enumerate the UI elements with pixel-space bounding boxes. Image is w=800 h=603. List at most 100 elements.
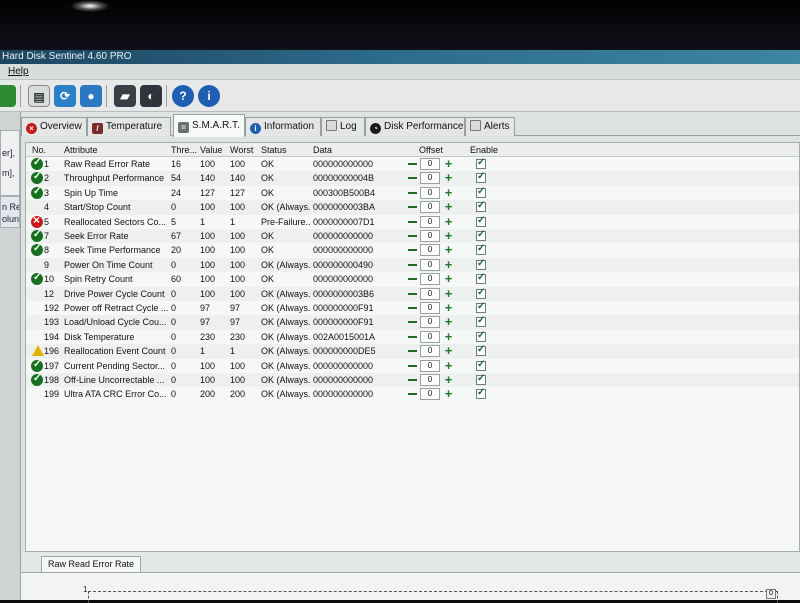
enable-checkbox[interactable]: [476, 185, 486, 199]
column-header-value[interactable]: Value: [200, 143, 222, 157]
offset-increment-button[interactable]: +: [443, 157, 454, 170]
offset-decrement-button[interactable]: [407, 187, 418, 199]
offset-increment-button[interactable]: +: [443, 387, 454, 400]
table-row[interactable]: 3 Spin Up Time 24 127 127 OK 000300B500B4 0+: [26, 185, 799, 200]
table-row[interactable]: 5 Reallocated Sectors Co... 5 1 1 Pre-Failure…: [26, 213, 799, 229]
offset-value-field[interactable]: 0: [420, 388, 440, 401]
offset-increment-button[interactable]: +: [443, 215, 454, 228]
tab-temperature[interactable]: / Temperature: [87, 117, 171, 136]
volume-list-panel[interactable]: n Re olun: [0, 196, 20, 228]
column-header-no[interactable]: No.: [32, 143, 46, 157]
offset-value-field[interactable]: 0: [420, 172, 440, 185]
table-row[interactable]: 1Raw Read Error Rate16100100OK0000000000…: [26, 156, 799, 171]
enable-checkbox[interactable]: [476, 329, 486, 343]
offset-decrement-button[interactable]: [407, 244, 418, 256]
offset-increment-button[interactable]: +: [443, 272, 454, 285]
offset-increment-button[interactable]: +: [443, 229, 454, 242]
table-row[interactable]: 199 Ultra ATA CRC Error Co... 0 200 200 OK (A…: [26, 386, 799, 401]
offset-value-field[interactable]: 0: [420, 215, 440, 228]
about-icon[interactable]: i: [198, 85, 220, 107]
offset-decrement-button[interactable]: [407, 331, 418, 343]
offset-decrement-button[interactable]: [407, 172, 418, 184]
column-header-data[interactable]: Data: [313, 143, 332, 157]
offset-decrement-button[interactable]: [407, 230, 418, 242]
column-header-threshold[interactable]: Thre...: [171, 143, 197, 157]
table-row[interactable]: 194 Disk Temperature 0 230 230 OK (Always... 0…: [26, 329, 799, 344]
offset-value-field[interactable]: 0: [420, 302, 440, 314]
offset-value-field[interactable]: 0: [420, 186, 440, 199]
offset-increment-button[interactable]: +: [443, 330, 454, 343]
tab-alerts[interactable]: Alerts: [465, 117, 515, 136]
column-header-attribute[interactable]: Attribute: [64, 143, 98, 157]
enable-checkbox[interactable]: [476, 372, 486, 386]
offset-value-field[interactable]: 0: [420, 330, 440, 343]
column-header-status[interactable]: Status: [261, 143, 287, 157]
column-header-enable[interactable]: Enable: [470, 143, 498, 157]
offset-value-field[interactable]: 0: [420, 359, 440, 372]
enable-checkbox[interactable]: [476, 286, 486, 300]
enable-checkbox[interactable]: [476, 228, 486, 242]
offset-increment-button[interactable]: +: [443, 301, 454, 314]
offset-increment-button[interactable]: +: [443, 258, 454, 271]
tab-information[interactable]: i Information: [245, 117, 321, 136]
offset-value-field[interactable]: 0: [420, 316, 440, 329]
table-row[interactable]: 192 Power off Retract Cycle ... 0 97 97 OK (A…: [26, 300, 799, 315]
offset-increment-button[interactable]: +: [443, 186, 454, 199]
enable-checkbox[interactable]: [476, 300, 486, 314]
refresh-icon[interactable]: ⟳: [54, 85, 76, 107]
table-row[interactable]: 7Seek Error Rate67100100OK0000000000000+: [26, 228, 799, 244]
offset-value-field[interactable]: 0: [420, 287, 440, 300]
column-header-offset[interactable]: Offset: [419, 143, 443, 157]
offset-increment-button[interactable]: +: [443, 344, 454, 357]
offset-decrement-button[interactable]: [407, 216, 418, 228]
offset-value-field[interactable]: 0: [420, 273, 440, 286]
table-row[interactable]: 4 Start/Stop Count 0 100 100 OK (Always... 000…: [26, 199, 799, 215]
offset-decrement-button[interactable]: [407, 316, 418, 328]
enable-checkbox[interactable]: [476, 386, 486, 400]
offset-value-field[interactable]: 0: [420, 374, 440, 386]
offset-decrement-button[interactable]: [407, 345, 418, 357]
enable-checkbox[interactable]: [476, 214, 486, 228]
disk-list-panel[interactable]: er], m],: [0, 130, 20, 196]
tab-overview[interactable]: × Overview: [21, 117, 87, 136]
tab-log[interactable]: Log: [321, 117, 365, 136]
offset-value-field[interactable]: 0: [420, 345, 440, 358]
graph-zoom-button[interactable]: 0: [766, 589, 776, 599]
offset-value-field[interactable]: 0: [420, 201, 440, 214]
offset-increment-button[interactable]: +: [443, 287, 454, 300]
table-row[interactable]: 196 Reallocation Event Count 0 1 1 OK (Always…: [26, 343, 799, 359]
table-row[interactable]: 9 Power On Time Count 0 100 100 OK (Always...…: [26, 257, 799, 273]
offset-increment-button[interactable]: +: [443, 171, 454, 184]
column-header-worst[interactable]: Worst: [230, 143, 253, 157]
offset-increment-button[interactable]: +: [443, 243, 454, 256]
offset-increment-button[interactable]: +: [443, 200, 454, 213]
tab-smart[interactable]: = S.M.A.R.T.: [173, 114, 245, 137]
disk-status-icon[interactable]: [0, 85, 16, 107]
enable-checkbox[interactable]: [476, 199, 486, 213]
offset-value-field[interactable]: 0: [420, 258, 440, 271]
offset-value-field[interactable]: 0: [420, 230, 440, 242]
menu-help[interactable]: Help: [8, 66, 29, 77]
tab-disk-performance[interactable]: ◔ Disk Performance: [365, 117, 465, 136]
offset-decrement-button[interactable]: [407, 201, 418, 213]
offset-increment-button[interactable]: +: [443, 373, 454, 386]
enable-checkbox[interactable]: [476, 257, 486, 271]
enable-checkbox[interactable]: [476, 271, 486, 285]
offset-decrement-button[interactable]: [407, 259, 418, 271]
network-icon[interactable]: ●: [80, 85, 102, 107]
offset-decrement-button[interactable]: [407, 158, 418, 170]
table-row[interactable]: 198 Off-Line Uncorrectable ... 0 100 100 OK (…: [26, 372, 799, 388]
offset-decrement-button[interactable]: [407, 302, 418, 314]
offset-decrement-button[interactable]: [407, 273, 418, 285]
offset-value-field[interactable]: 0: [420, 158, 440, 170]
enable-checkbox[interactable]: [476, 170, 486, 184]
table-row[interactable]: 193 Load/Unload Cycle Cou... 0 97 97 OK (Alwa…: [26, 314, 799, 330]
offset-decrement-button[interactable]: [407, 288, 418, 300]
report-icon[interactable]: ▤: [28, 85, 50, 107]
offset-decrement-button[interactable]: [407, 374, 418, 386]
graph-tab[interactable]: Raw Read Error Rate: [41, 556, 142, 572]
help-icon[interactable]: ?: [172, 85, 194, 107]
enable-checkbox[interactable]: [476, 314, 486, 328]
table-row[interactable]: 12 Drive Power Cycle Count 0 100 100 OK (Alwa…: [26, 286, 799, 301]
enable-checkbox[interactable]: [476, 242, 486, 256]
